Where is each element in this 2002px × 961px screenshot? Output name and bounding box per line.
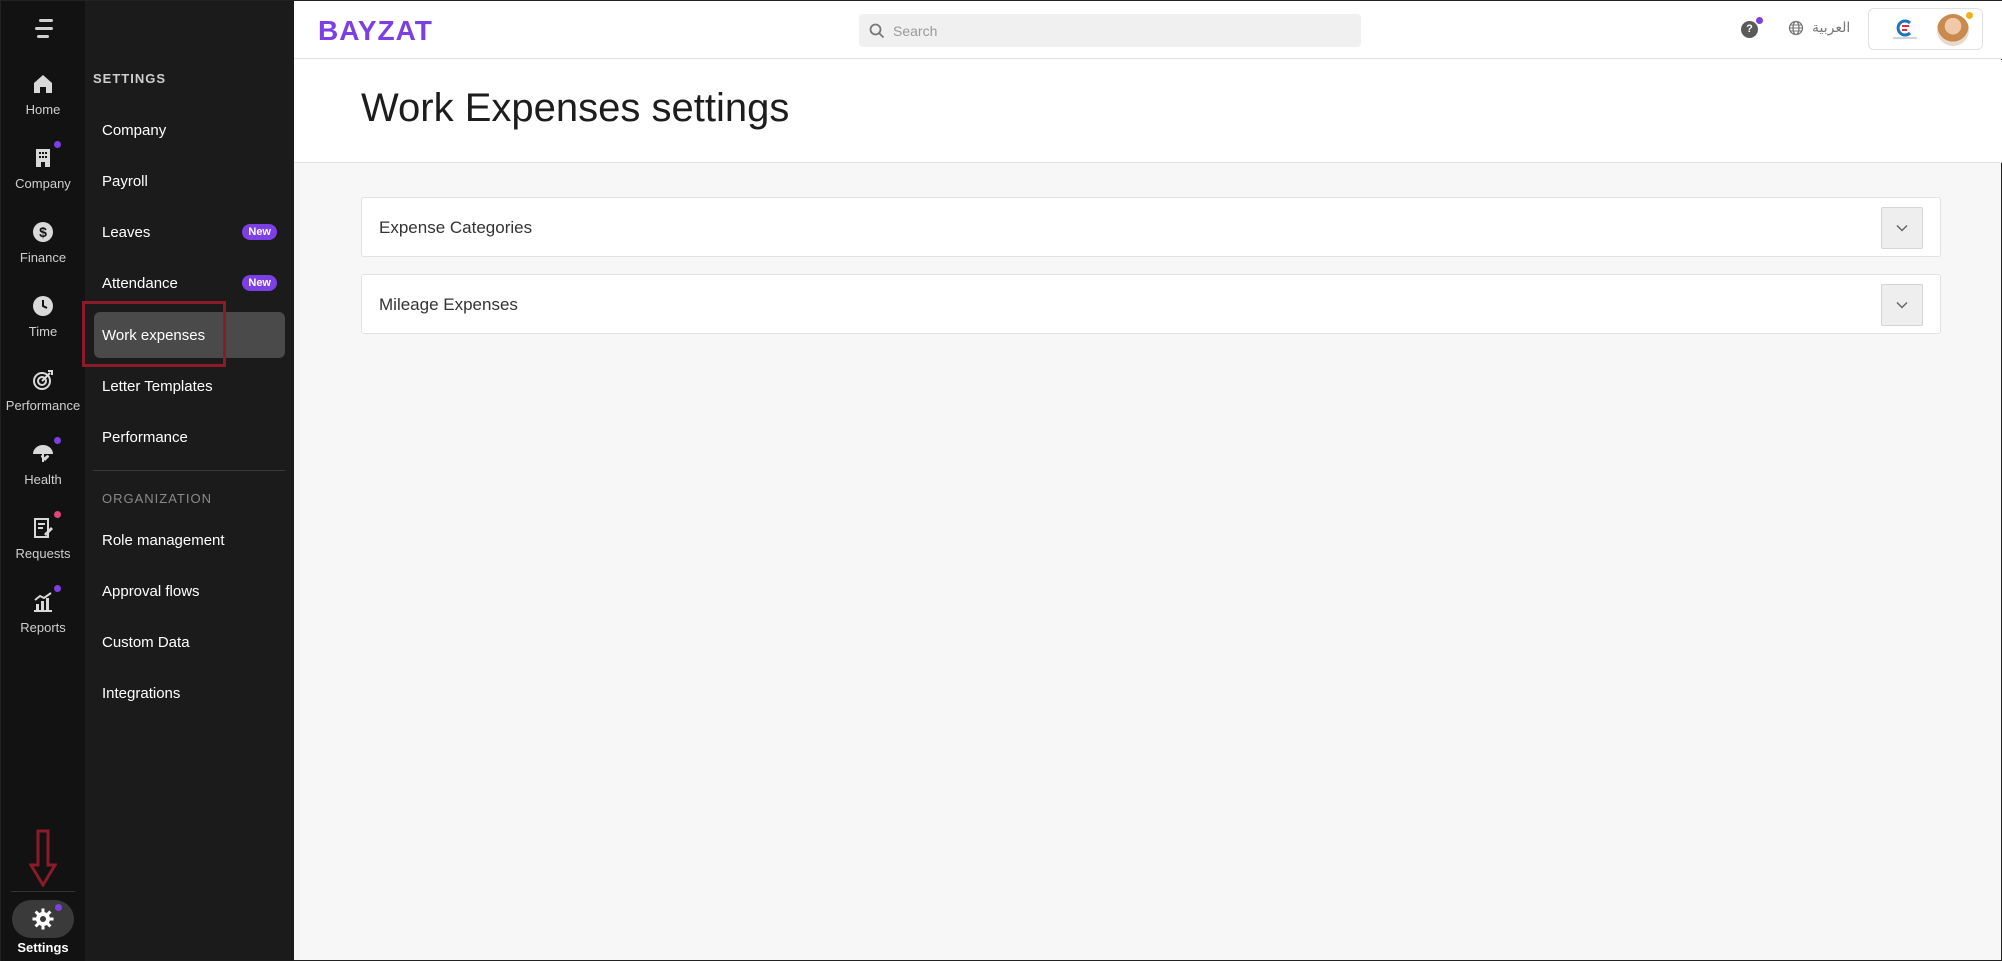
annotation-arrow-down-icon	[29, 829, 57, 887]
dollar-icon: $	[30, 219, 56, 245]
rail-item-health[interactable]: Health	[1, 437, 85, 503]
accordion-expense-categories[interactable]: Expense Categories	[361, 197, 1941, 257]
notification-dot	[54, 437, 61, 444]
sidebar-divider	[93, 470, 285, 471]
sidebar-item-leaves[interactable]: Leaves New	[94, 209, 285, 255]
rail-label: Health	[24, 472, 62, 487]
page-header: Work Expenses settings	[294, 60, 2002, 163]
sidebar-section-settings: SETTINGS	[93, 71, 167, 86]
sidebar-item-label: Custom Data	[102, 633, 190, 651]
sidebar-item-label: Integrations	[102, 684, 181, 702]
rail-item-finance[interactable]: $ Finance	[1, 219, 85, 281]
accordion-title: Expense Categories	[379, 218, 533, 237]
chevron-down-icon	[1896, 224, 1908, 232]
profile-menu[interactable]	[1868, 8, 1983, 50]
rail-label: Home	[25, 102, 61, 117]
sidebar-item-label: Company	[102, 121, 167, 139]
app-window: Home Company $ Finance Time Performance …	[0, 0, 2002, 961]
sidebar-item-label: Approval flows	[102, 582, 200, 600]
rail-item-reports[interactable]: Reports	[1, 585, 85, 651]
rail-label: Company	[15, 176, 71, 191]
avatar	[1937, 12, 1973, 46]
search-icon	[869, 23, 885, 38]
sidebar-item-letter-templates[interactable]: Letter Templates	[94, 363, 285, 409]
new-badge: New	[242, 275, 277, 291]
rail-label: Reports	[20, 620, 66, 635]
notification-dot	[54, 585, 61, 592]
rail-item-company[interactable]: Company	[1, 141, 85, 207]
rail-label-settings: Settings	[17, 940, 69, 955]
notification-dot	[1756, 17, 1763, 24]
annotation-highlight-box	[82, 301, 226, 367]
sidebar-item-company[interactable]: Company	[94, 107, 285, 153]
sidebar-item-label: Letter Templates	[102, 377, 213, 395]
top-bar: BAYZAT ? العربية	[294, 1, 2002, 59]
rail-label: Requests	[15, 546, 71, 561]
search-box[interactable]	[859, 14, 1361, 47]
clock-icon	[30, 293, 56, 319]
sidebar-section-organization: ORGANIZATION	[102, 491, 212, 506]
home-icon	[30, 71, 56, 97]
rail-divider	[11, 891, 75, 892]
rail-label: Finance	[19, 250, 67, 265]
sidebar-item-label: Payroll	[102, 172, 148, 190]
sidebar-item-payroll[interactable]: Payroll	[94, 158, 285, 204]
expand-button[interactable]	[1881, 284, 1923, 326]
chevron-down-icon	[1896, 301, 1908, 309]
globe-icon	[1788, 20, 1804, 35]
language-switcher[interactable]: العربية	[1788, 19, 1850, 36]
notification-dot	[54, 511, 61, 518]
language-label: العربية	[1812, 19, 1851, 35]
request-doc-icon	[30, 511, 61, 541]
gear-icon	[32, 908, 54, 930]
sidebar-item-label: Attendance	[102, 274, 178, 292]
notification-dot	[54, 141, 61, 148]
sidebar-item-approval-flows[interactable]: Approval flows	[94, 568, 285, 614]
svg-text:$: $	[39, 224, 47, 240]
sidebar-item-integrations[interactable]: Integrations	[94, 670, 285, 716]
sidebar-item-role-management[interactable]: Role management	[94, 517, 285, 563]
sidebar-item-attendance[interactable]: Attendance New	[94, 260, 285, 306]
chart-icon	[30, 585, 61, 615]
primary-nav-rail: Home Company $ Finance Time Performance …	[1, 1, 85, 961]
expand-button[interactable]	[1881, 207, 1923, 249]
rail-label: Performance	[5, 398, 81, 413]
sidebar-item-label: Leaves	[102, 223, 151, 241]
new-badge: New	[242, 224, 277, 240]
bayzat-logo[interactable]: BAYZAT	[318, 15, 433, 47]
settings-sidebar: SETTINGS Company Payroll Leaves New Atten…	[85, 1, 294, 961]
rail-item-requests[interactable]: Requests	[1, 511, 85, 577]
accordion-title: Mileage Expenses	[379, 295, 518, 314]
rail-item-time[interactable]: Time	[1, 293, 85, 355]
sidebar-item-label: Role management	[102, 531, 225, 549]
hamburger-menu-icon[interactable]	[29, 19, 57, 41]
sidebar-item-performance[interactable]: Performance	[94, 414, 285, 460]
search-input[interactable]	[893, 22, 1333, 39]
umbrella-heart-icon	[30, 437, 61, 467]
sidebar-item-custom-data[interactable]: Custom Data	[94, 619, 285, 665]
rail-item-settings[interactable]	[12, 900, 74, 938]
rail-label: Time	[28, 324, 58, 339]
help-glyph: ?	[1746, 23, 1753, 35]
accordion-mileage-expenses[interactable]: Mileage Expenses	[361, 274, 1941, 334]
rail-item-performance[interactable]: Performance	[1, 367, 85, 429]
notification-dot	[55, 904, 62, 911]
status-dot	[1966, 12, 1973, 19]
rail-item-home[interactable]: Home	[1, 71, 85, 133]
page-title: Work Expenses settings	[361, 86, 790, 130]
building-icon	[30, 141, 61, 171]
company-logo-icon	[1893, 19, 1917, 39]
target-icon	[30, 367, 56, 393]
help-icon[interactable]: ?	[1741, 17, 1763, 38]
sidebar-item-label: Performance	[102, 428, 188, 446]
